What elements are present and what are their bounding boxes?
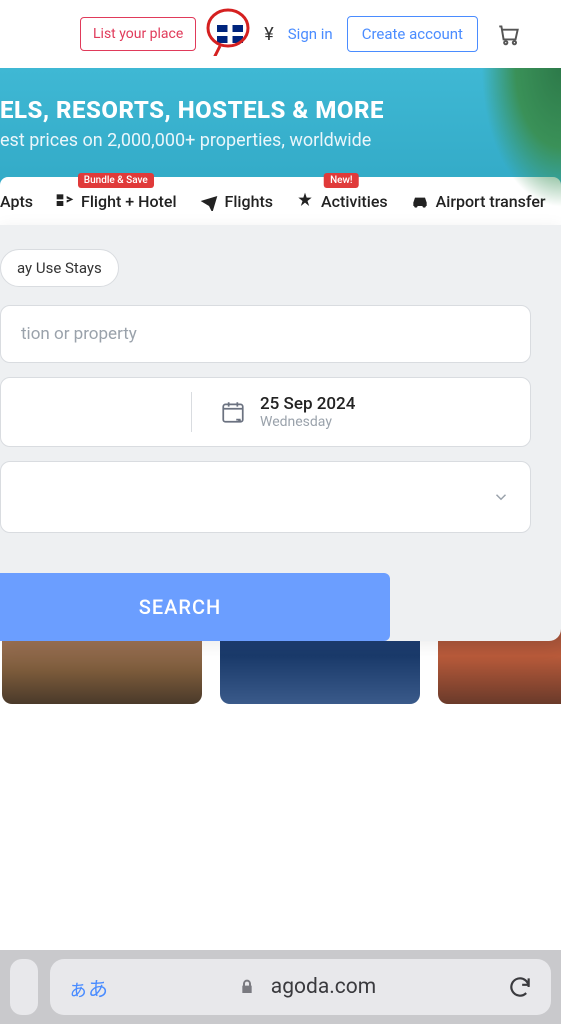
url-text: agoda.com (271, 975, 376, 999)
sign-in-link[interactable]: Sign in (288, 25, 333, 43)
tab-airport-transfer[interactable]: Airport transfer (410, 191, 546, 211)
date-value: 25 Sep 2024 (260, 394, 355, 414)
tab-flights[interactable]: Flights (199, 191, 274, 211)
tab-apts[interactable]: Apts (0, 192, 33, 211)
activities-icon (295, 191, 315, 211)
new-badge: New! (324, 173, 359, 188)
bundle-badge: Bundle & Save (78, 173, 154, 188)
reader-lang-button[interactable]: ぁあ (68, 973, 108, 1002)
search-panel: ay Use Stays tion or property 25 Sep 202… (0, 225, 561, 641)
calendar-icon (220, 399, 246, 425)
browser-back-button[interactable] (10, 959, 38, 1015)
hero-title: ELS, RESORTS, HOSTELS & MORE (0, 96, 561, 124)
uk-flag-icon (217, 25, 243, 43)
date-text: 25 Sep 2024 Wednesday (260, 394, 355, 430)
hero-subtitle: est prices on 2,000,000+ properties, wor… (0, 130, 561, 151)
destination-input[interactable]: tion or property (0, 305, 531, 363)
day-use-chip[interactable]: ay Use Stays (0, 249, 119, 287)
guests-picker[interactable] (0, 461, 531, 533)
divider (191, 392, 192, 432)
tab-label: Activities (321, 192, 388, 211)
cart-icon[interactable] (496, 21, 522, 47)
tab-label: Apts (0, 192, 33, 211)
date-picker[interactable]: 25 Sep 2024 Wednesday (0, 377, 531, 447)
flight-hotel-icon (55, 191, 75, 211)
date-weekday: Wednesday (260, 414, 355, 430)
destination-placeholder: tion or property (21, 324, 137, 344)
tab-flight-hotel[interactable]: Bundle & Save Flight + Hotel (55, 191, 177, 211)
hero-banner: ELS, RESORTS, HOSTELS & MORE est prices … (0, 68, 561, 398)
lock-icon (239, 979, 255, 995)
tab-label: Flight + Hotel (81, 192, 177, 211)
search-tabs: Apts Bundle & Save Flight + Hotel Flight… (0, 177, 561, 225)
tab-activities[interactable]: New! Activities (295, 191, 388, 211)
top-header: List your place ¥ Sign in Create account (0, 0, 561, 68)
car-icon (410, 191, 430, 211)
currency-selector[interactable]: ¥ (264, 24, 273, 45)
create-account-button[interactable]: Create account (347, 16, 478, 52)
plane-icon (199, 191, 219, 211)
search-button[interactable]: SEARCH (0, 573, 390, 641)
reload-icon[interactable] (507, 974, 533, 1000)
chevron-down-icon (492, 488, 510, 506)
tab-label: Airport transfer (436, 192, 546, 211)
address-bar[interactable]: ぁあ agoda.com (50, 959, 551, 1015)
browser-toolbar: ぁあ agoda.com (0, 950, 561, 1024)
language-selector[interactable] (210, 14, 250, 54)
list-your-place-button[interactable]: List your place (80, 17, 196, 51)
tab-label: Flights (225, 192, 274, 211)
